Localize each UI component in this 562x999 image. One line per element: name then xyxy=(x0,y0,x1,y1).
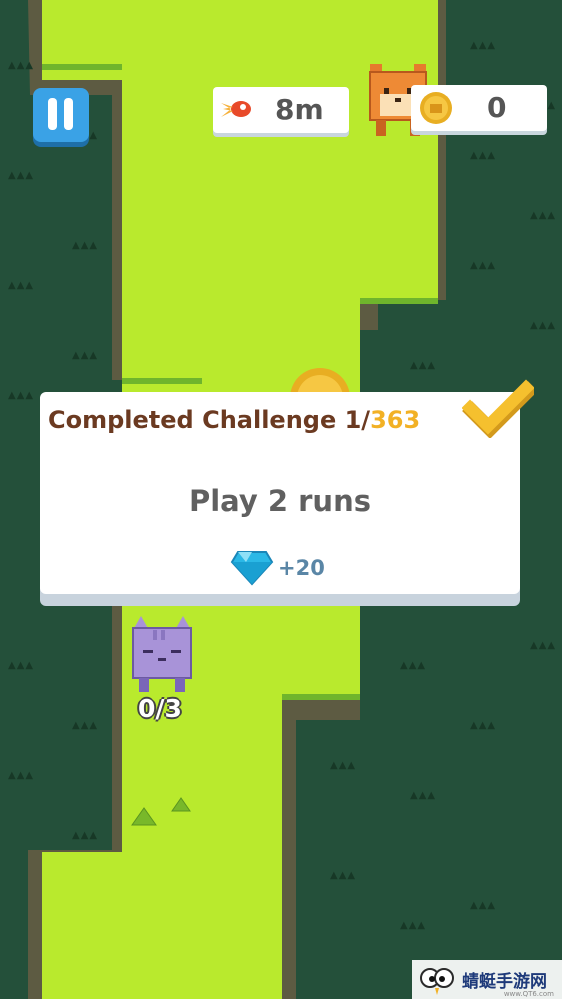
grass-tuft: ▲▲▲ xyxy=(400,920,427,931)
challenge-task: Play 2 runs xyxy=(188,484,371,518)
challenge-card: Completed Challenge 1/363 Play 2 runs +2… xyxy=(40,379,534,594)
grass-tuft: ▲▲▲ xyxy=(470,40,497,51)
distance-panel: 8m xyxy=(213,87,349,133)
grass-tuft: ▲▲▲ xyxy=(410,360,437,371)
challenge-title-prefix: Completed Challenge 1/ xyxy=(48,406,371,434)
grass-tuft: ▲▲▲ xyxy=(330,760,357,771)
target-progress: 0/3 xyxy=(138,694,182,723)
challenge-title: Completed Challenge 1/363 xyxy=(48,406,420,434)
coin-panel: 0 xyxy=(411,85,547,131)
grass-tuft: ▲▲▲ xyxy=(72,350,99,361)
grass-tuft: ▲▲▲ xyxy=(330,870,357,881)
diamond-icon xyxy=(230,551,274,586)
grass-tuft: ▲▲▲ xyxy=(470,720,497,731)
grass-tuft: ▲▲▲ xyxy=(8,390,35,401)
grass-tuft: ▲▲▲ xyxy=(72,720,99,731)
game-stage: ▲▲▲ ▲▲▲ ▲▲▲ ▲▲▲ ▲▲▲ ▲▲▲ ▲▲▲ ▲▲▲ ▲▲▲ ▲▲▲ … xyxy=(0,0,562,999)
grass-tuft: ▲▲▲ xyxy=(8,60,35,71)
grass-tuft: ▲▲▲ xyxy=(530,320,557,331)
grass-tuft: ▲▲▲ xyxy=(8,660,35,671)
grass-tuft: ▲▲▲ xyxy=(410,790,437,801)
pause-button[interactable] xyxy=(33,88,89,142)
grass-tuft: ▲▲▲ xyxy=(470,150,497,161)
grass-tuft: ▲▲▲ xyxy=(72,830,99,841)
watermark-url: www.QT6.com xyxy=(503,990,554,998)
grass-tuft: ▲▲▲ xyxy=(8,280,35,291)
grass-tuft: ▲▲▲ xyxy=(72,240,99,251)
grass-tuft: ▲▲▲ xyxy=(470,260,497,271)
checkmark-icon xyxy=(462,379,534,438)
coin-icon xyxy=(420,92,452,124)
grass-tuft: ▲▲▲ xyxy=(8,770,35,781)
grass-tuft: ▲▲▲ xyxy=(530,640,557,651)
grass-tuft: ▲▲▲ xyxy=(400,660,427,671)
pause-icon xyxy=(48,98,74,130)
challenge-reward: +20 xyxy=(230,550,325,586)
target-cat xyxy=(132,616,192,692)
grass-tuft: ▲▲▲ xyxy=(470,900,497,911)
watermark: 蜻蜓手游网 www.QT6.com xyxy=(412,960,562,999)
coin-value: 0 xyxy=(487,91,507,124)
challenge-total: 363 xyxy=(370,406,421,434)
dragonfly-logo-icon xyxy=(420,967,454,995)
reward-amount: +20 xyxy=(278,556,325,580)
rocket-icon xyxy=(221,101,251,117)
distance-value: 8m xyxy=(275,93,324,126)
watermark-text: 蜻蜓手游网 xyxy=(462,972,547,992)
grass-tuft: ▲▲▲ xyxy=(530,210,557,221)
grass-tuft: ▲▲▲ xyxy=(8,170,35,181)
